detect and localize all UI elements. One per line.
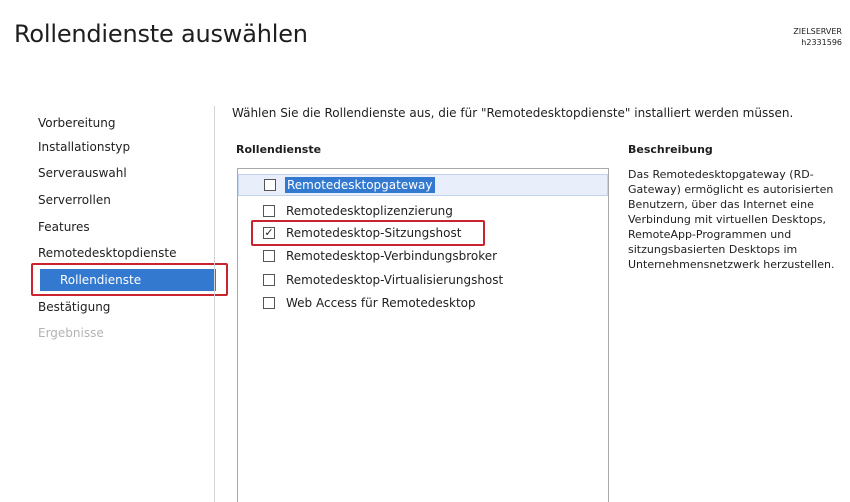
role-checkbox-remotedesktopgateway[interactable] bbox=[264, 179, 276, 191]
nav-item-serverrollen[interactable]: Serverrollen bbox=[38, 193, 111, 207]
role-checkbox-remotedesktoplizenzierung[interactable] bbox=[263, 205, 275, 217]
instruction-text: Wählen Sie die Rollendienste aus, die fü… bbox=[232, 106, 794, 120]
target-server: ZIELSERVER h2331596 bbox=[793, 26, 842, 48]
nav-item-remotedesktopdienste[interactable]: Remotedesktopdienste bbox=[38, 246, 176, 260]
roles-list[interactable]: Remotedesktopgateway Remotedesktoplizenz… bbox=[237, 168, 609, 502]
target-server-name: h2331596 bbox=[801, 38, 842, 47]
nav-divider bbox=[214, 106, 215, 502]
nav-item-installationstyp[interactable]: Installationstyp bbox=[38, 140, 130, 154]
role-checkbox-remotedesktop-virtualisierungshost[interactable] bbox=[263, 274, 275, 286]
role-row-web-access[interactable]: Web Access für Remotedesktop bbox=[238, 292, 608, 314]
role-annotation-box bbox=[251, 220, 485, 246]
role-label: Remotedesktop-Verbindungsbroker bbox=[286, 249, 498, 263]
nav-annotation-box bbox=[31, 263, 228, 296]
nav-item-ergebnisse: Ergebnisse bbox=[38, 326, 104, 340]
role-row-remotedesktopgateway[interactable]: Remotedesktopgateway bbox=[238, 174, 608, 196]
role-checkbox-web-access[interactable] bbox=[263, 297, 275, 309]
nav-item-vorbereitung[interactable]: Vorbereitung bbox=[38, 116, 115, 130]
nav-item-features[interactable]: Features bbox=[38, 220, 90, 234]
page-title: Rollendienste auswählen bbox=[14, 20, 308, 48]
role-label: Web Access für Remotedesktop bbox=[286, 296, 476, 310]
description-header: Beschreibung bbox=[628, 143, 713, 156]
role-checkbox-remotedesktop-verbindungsbroker[interactable] bbox=[263, 250, 275, 262]
role-row-remotedesktop-virtualisierungshost[interactable]: Remotedesktop-Virtualisierungshost bbox=[238, 269, 608, 291]
target-server-label: ZIELSERVER bbox=[793, 27, 842, 36]
role-label: Remotedesktopgateway bbox=[285, 177, 435, 193]
nav-item-bestaetigung[interactable]: Bestätigung bbox=[38, 300, 110, 314]
role-row-remotedesktop-verbindungsbroker[interactable]: Remotedesktop-Verbindungsbroker bbox=[238, 245, 608, 267]
roles-list-header: Rollendienste bbox=[236, 143, 322, 156]
role-row-remotedesktoplizenzierung[interactable]: Remotedesktoplizenzierung bbox=[238, 200, 608, 222]
role-label: Remotedesktop-Virtualisierungshost bbox=[286, 273, 504, 287]
role-label: Remotedesktoplizenzierung bbox=[286, 204, 453, 218]
nav-item-serverauswahl[interactable]: Serverauswahl bbox=[38, 166, 127, 180]
description-text: Das Remotedesktopgateway (RD-Gateway) er… bbox=[628, 168, 835, 271]
